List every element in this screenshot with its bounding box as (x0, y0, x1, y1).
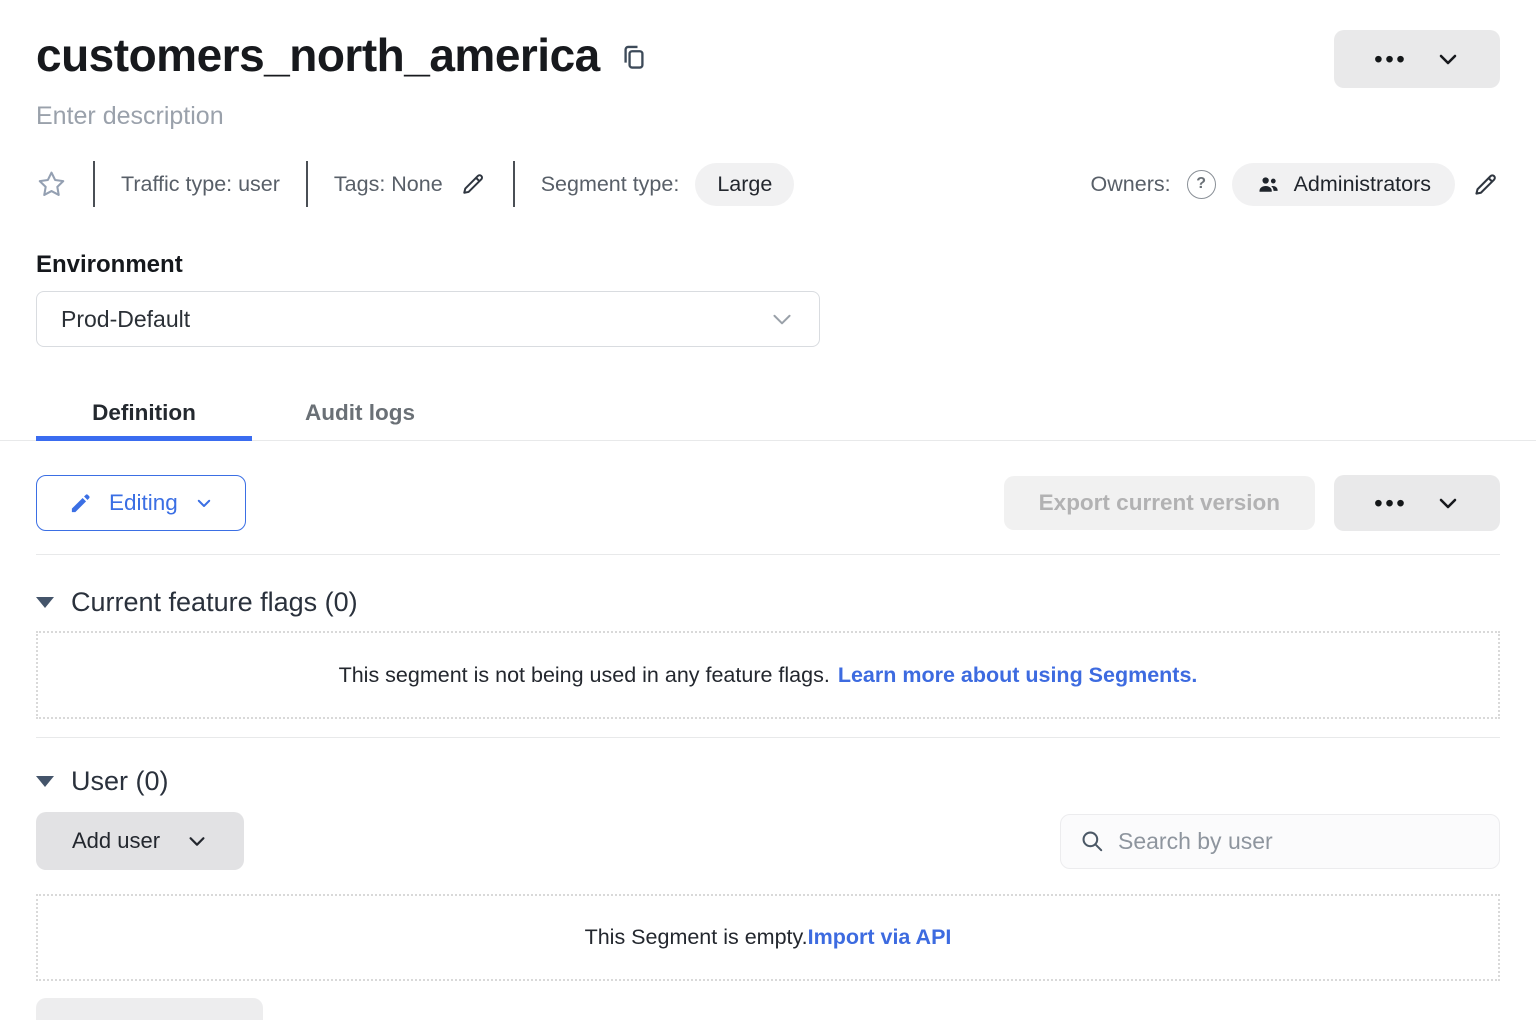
divider-horizontal (36, 554, 1500, 555)
divider-horizontal (36, 737, 1500, 738)
feature-flags-empty-text: This segment is not being used in any fe… (339, 663, 830, 688)
definition-toolbar: Editing Export current version ••• (0, 475, 1536, 531)
traffic-type-label: Traffic type: user (121, 172, 280, 197)
environment-select[interactable]: Prod-Default (36, 291, 820, 347)
environment-label: Environment (0, 251, 1536, 279)
feature-flags-section-title: Current feature flags (0) (71, 587, 358, 618)
edit-owners-pencil-icon[interactable] (1471, 170, 1500, 199)
description-placeholder[interactable]: Enter description (0, 102, 1536, 131)
export-current-version-button[interactable]: Export current version (1004, 476, 1315, 530)
tab-definition[interactable]: Definition (36, 385, 252, 440)
tab-bar: Definition Audit logs (0, 385, 1536, 441)
search-icon (1079, 828, 1105, 854)
add-user-button[interactable]: Add user (36, 812, 244, 870)
page-title: customers_north_america (36, 30, 600, 81)
chevron-down-icon (1436, 47, 1460, 71)
owners-pill[interactable]: Administrators (1232, 163, 1455, 206)
import-via-api-link[interactable]: Import via API (808, 925, 952, 950)
user-toolbar: Add user (0, 812, 1536, 870)
ellipsis-icon: ••• (1374, 492, 1407, 515)
segment-type-badge: Large (695, 163, 794, 206)
chevron-down-icon (1436, 491, 1460, 515)
page-header: customers_north_america ••• (0, 0, 1536, 88)
feature-flags-empty-state: This segment is not being used in any fe… (36, 631, 1500, 719)
divider-vertical (93, 161, 95, 207)
tags-label: Tags: None (334, 172, 443, 197)
divider-vertical (513, 161, 515, 207)
environment-selected-value: Prod-Default (61, 306, 190, 333)
ellipsis-icon: ••• (1374, 48, 1407, 71)
pencil-icon (69, 492, 92, 515)
editing-status-label: Editing (109, 490, 178, 516)
copy-icon[interactable] (620, 42, 648, 74)
tab-audit-logs[interactable]: Audit logs (252, 385, 468, 440)
owners-value: Administrators (1294, 172, 1431, 197)
user-section-header[interactable]: User (0) (0, 766, 1536, 797)
chevron-down-icon (195, 494, 213, 512)
divider-vertical (306, 161, 308, 207)
user-section-title: User (0) (71, 766, 169, 797)
chevron-down-icon (769, 306, 795, 332)
header-more-button[interactable]: ••• (1334, 30, 1500, 88)
user-empty-text: This Segment is empty. (585, 925, 808, 950)
segment-type-label: Segment type: (541, 172, 680, 197)
star-icon[interactable] (36, 169, 67, 200)
partial-button-cutoff[interactable] (36, 998, 263, 1020)
caret-down-icon (36, 776, 54, 787)
feature-flags-section-header[interactable]: Current feature flags (0) (0, 587, 1536, 618)
editing-status-button[interactable]: Editing (36, 475, 246, 531)
add-user-label: Add user (72, 828, 160, 854)
caret-down-icon (36, 597, 54, 608)
people-icon (1256, 173, 1281, 196)
owners-label: Owners: (1091, 172, 1171, 197)
help-icon[interactable]: ? (1187, 170, 1216, 199)
chevron-down-icon (186, 830, 208, 852)
meta-row: Traffic type: user Tags: None Segment ty… (0, 161, 1536, 207)
learn-more-segments-link[interactable]: Learn more about using Segments. (838, 663, 1198, 688)
search-by-user-input[interactable] (1116, 827, 1481, 856)
toolbar-more-button[interactable]: ••• (1334, 475, 1500, 531)
edit-tags-pencil-icon[interactable] (459, 170, 487, 198)
user-empty-state: This Segment is empty. Import via API (36, 894, 1500, 981)
search-by-user-field[interactable] (1060, 814, 1500, 869)
